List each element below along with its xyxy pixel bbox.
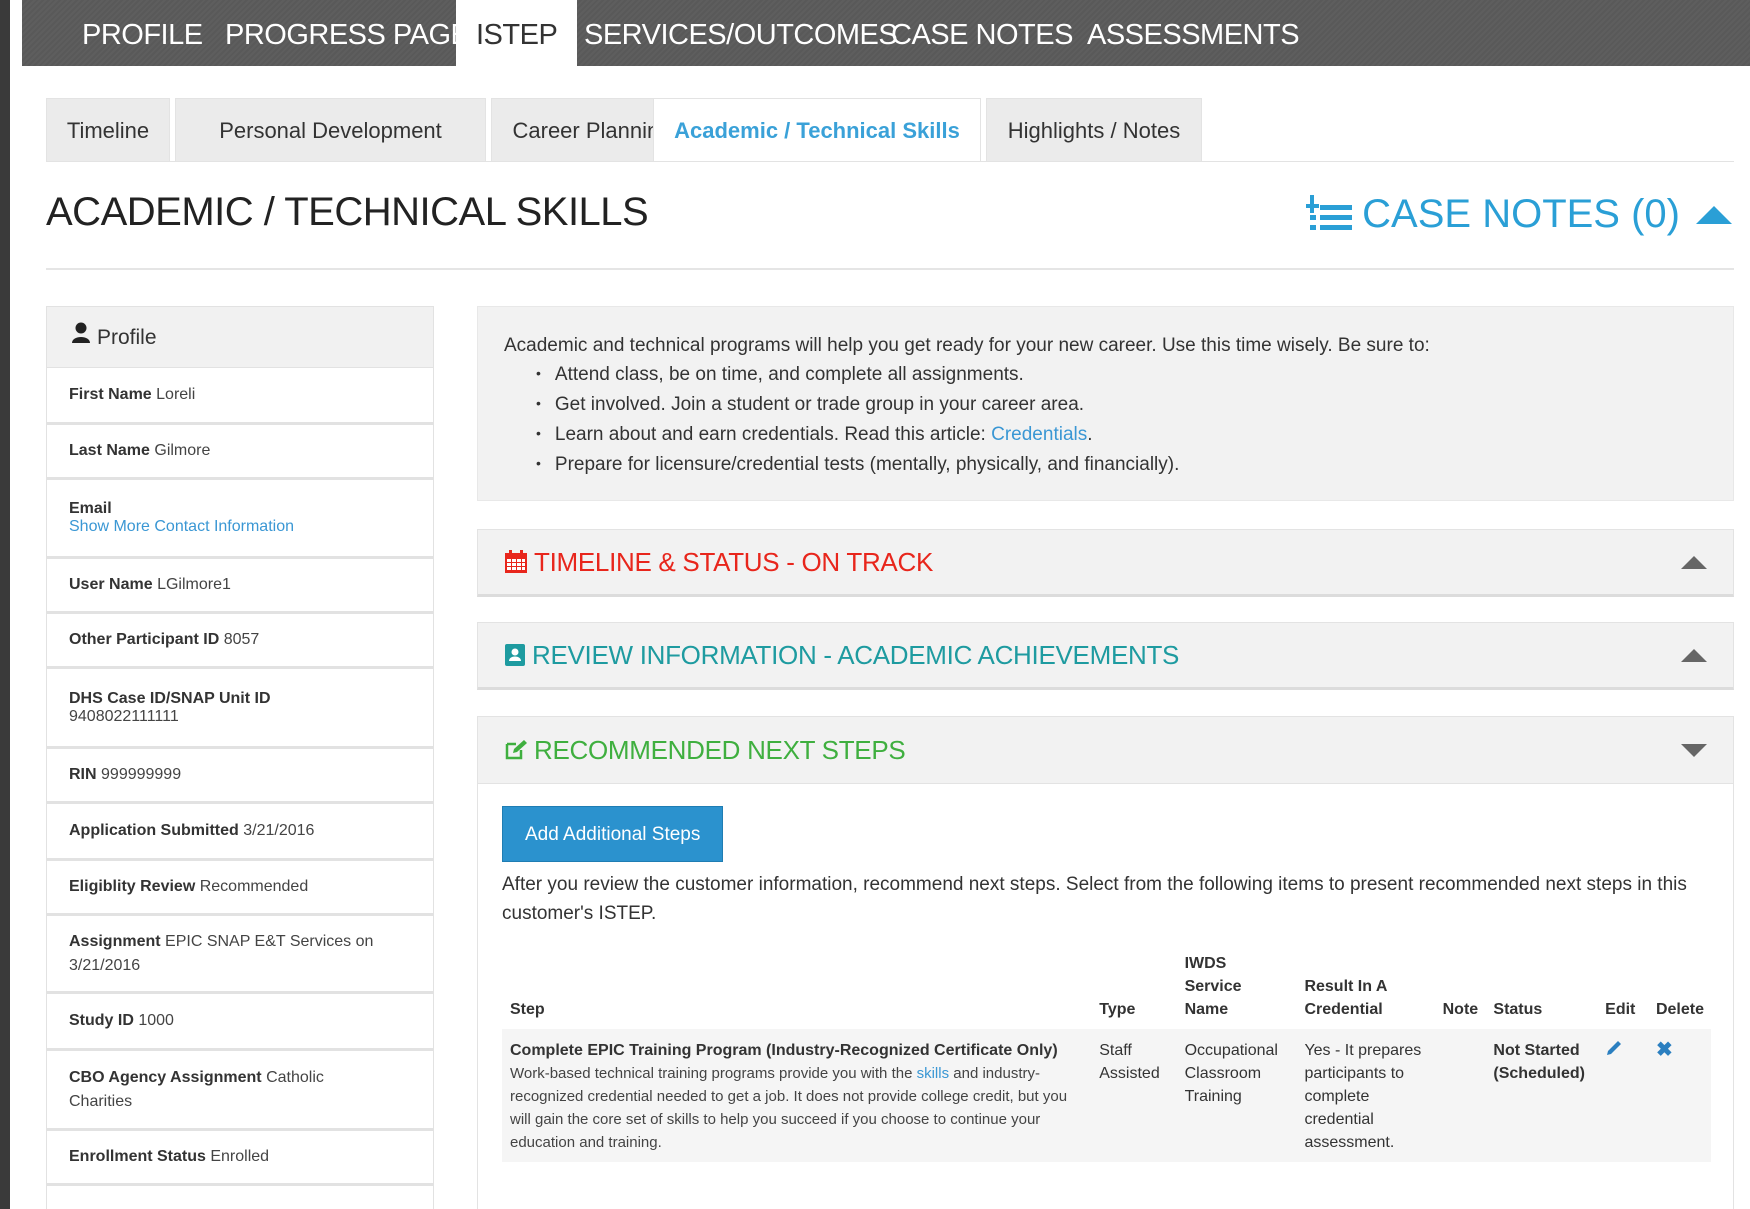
pencil-icon[interactable]: [1605, 1039, 1623, 1064]
case-notes-label: CASE NOTES (0): [1362, 192, 1680, 236]
profile-row: Last Name Gilmore: [46, 423, 434, 478]
col-status: Status: [1493, 1001, 1543, 1018]
profile-row: DHS Case ID/SNAP Unit ID 9408022111111: [46, 667, 434, 747]
credentials-link[interactable]: Credentials: [991, 424, 1087, 445]
col-iwds-service-name: IWDS Service Name: [1184, 955, 1242, 1018]
collapse-up-icon: [1696, 205, 1732, 224]
profile-header: Profile: [46, 306, 434, 368]
nav-assessments[interactable]: ASSESSMENTS: [1087, 0, 1300, 66]
accordion-recommended-steps[interactable]: RECOMMENDED NEXT STEPS: [477, 716, 1734, 784]
col-delete: Delete: [1655, 1001, 1704, 1018]
nav-progress-page[interactable]: PROGRESS PAGE: [225, 0, 470, 66]
show-more-contact-link[interactable]: Show More Contact Information: [69, 518, 411, 536]
accordion-review-information[interactable]: REVIEW INFORMATION - ACADEMIC ACHIEVEMEN…: [477, 622, 1734, 690]
skills-link[interactable]: skills: [917, 1065, 950, 1082]
table-row: Complete EPIC Training Program (Industry…: [502, 1029, 1711, 1162]
profile-row-partial: [46, 1184, 434, 1209]
type-cell: Staff Assisted: [1091, 1029, 1177, 1162]
intro-bullet: Get involved. Join a student or trade gr…: [536, 390, 1707, 420]
tab-academic-technical-skills[interactable]: Academic / Technical Skills: [653, 98, 981, 162]
sub-tabs-divider: [46, 161, 1734, 162]
recommended-steps-body: Add Additional Steps After you review th…: [477, 778, 1734, 1209]
collapse-arrow-icon: [1681, 648, 1707, 662]
table-header-row: Step Type IWDS Service Name Result In A Cre…: [502, 952, 1711, 1029]
profile-row: Enrollment Status Enrolled: [46, 1129, 434, 1184]
calendar-icon: [505, 550, 527, 573]
top-navigation: PROFILE PROGRESS PAGE ISTEP SERVICES/OUT…: [22, 0, 1750, 70]
profile-row: Eligiblity Review Recommended: [46, 859, 434, 914]
profile-row: Application Submitted 3/21/2016: [46, 802, 434, 859]
add-additional-steps-button[interactable]: Add Additional Steps: [502, 806, 724, 862]
profile-panel: Profile First Name Loreli Last Name Gilm…: [46, 306, 434, 1209]
credential-cell: Yes - It prepares participants to comple…: [1296, 1029, 1435, 1162]
intro-bullets: Attend class, be on time, and complete a…: [504, 360, 1707, 480]
profile-row: CBO Agency Assignment Catholic Charities: [46, 1049, 434, 1129]
edit-cell: [1597, 1029, 1648, 1162]
title-divider: [46, 268, 1734, 270]
profile-row: RIN 999999999: [46, 747, 434, 802]
accordion-review-label: REVIEW INFORMATION - ACADEMIC ACHIEVEMEN…: [532, 639, 1180, 670]
col-type: Type: [1099, 1001, 1136, 1018]
edit-square-icon: [505, 740, 527, 760]
delete-cell: ✖: [1647, 1029, 1711, 1162]
accordion-timeline-label: TIMELINE & STATUS - ON TRACK: [534, 546, 933, 577]
intro-bullet: Learn about and earn credentials. Read t…: [536, 420, 1707, 450]
add-list-icon: [1306, 194, 1353, 230]
accordion-timeline-status[interactable]: TIMELINE & STATUS - ON TRACK: [477, 529, 1734, 597]
profile-row: Assignment EPIC SNAP E&T Services on 3/2…: [46, 914, 434, 992]
page-title: ACADEMIC / TECHNICAL SKILLS: [46, 190, 649, 234]
profile-row: First Name Loreli: [46, 368, 434, 423]
tab-timeline[interactable]: Timeline: [46, 98, 170, 162]
nav-case-notes[interactable]: CASE NOTES: [891, 0, 1073, 66]
note-cell: [1434, 1029, 1486, 1162]
profile-row: Study ID 1000: [46, 992, 434, 1049]
steps-description: After you review the customer informatio…: [502, 874, 1687, 924]
case-notes-toggle[interactable]: CASE NOTES (0): [1306, 192, 1732, 237]
person-icon: [71, 307, 91, 369]
collapse-arrow-icon: [1681, 555, 1707, 569]
contact-book-icon: [505, 644, 525, 666]
intro-bullet: Prepare for licensure/credential tests (…: [536, 450, 1707, 480]
profile-row: Other Participant ID 8057: [46, 612, 434, 667]
col-step: Step: [510, 1001, 545, 1018]
tab-personal-development[interactable]: Personal Development: [175, 98, 486, 162]
step-cell: Complete EPIC Training Program (Industry…: [502, 1029, 1092, 1162]
tab-highlights-notes[interactable]: Highlights / Notes: [986, 98, 1202, 162]
intro-bullet: Attend class, be on time, and complete a…: [536, 360, 1707, 390]
nav-istep[interactable]: ISTEP: [456, 0, 578, 70]
col-edit: Edit: [1605, 1001, 1636, 1018]
accordion-steps-label: RECOMMENDED NEXT STEPS: [534, 734, 906, 765]
profile-row: User Name LGilmore1: [46, 557, 434, 612]
col-result-in-credential: Result In A Credential: [1304, 978, 1388, 1018]
intro-panel: Academic and technical programs will hel…: [477, 306, 1734, 501]
iwds-service-cell: Occupational Classroom Training: [1176, 1029, 1297, 1162]
profile-row-email: Email Show More Contact Information: [46, 478, 434, 557]
expand-arrow-icon: [1681, 743, 1707, 757]
nav-profile[interactable]: PROFILE: [82, 0, 203, 66]
step-description: Work-based technical training programs p…: [510, 1065, 1068, 1151]
left-edge-bar: [0, 0, 10, 1209]
status-cell: Not Started (Scheduled): [1485, 1029, 1598, 1162]
col-note: Note: [1442, 1001, 1479, 1018]
intro-lead: Academic and technical programs will hel…: [504, 335, 1430, 356]
delete-x-icon[interactable]: ✖: [1656, 1039, 1673, 1062]
profile-header-label: Profile: [97, 326, 157, 349]
steps-table: Step Type IWDS Service Name Result In A Cre…: [502, 952, 1711, 1162]
step-title: Complete EPIC Training Program (Industry…: [510, 1042, 1058, 1059]
nav-services-outcomes[interactable]: SERVICES/OUTCOMES: [584, 0, 898, 66]
